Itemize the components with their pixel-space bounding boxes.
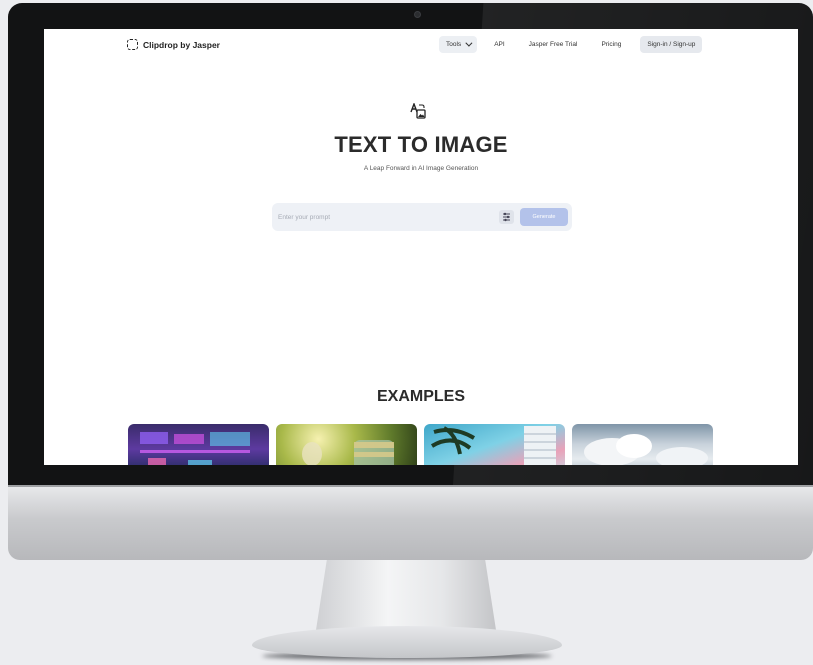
signin-button[interactable]: Sign-in / Sign-up <box>640 36 703 53</box>
clipdrop-logo-icon <box>127 39 138 50</box>
clouds-image <box>584 434 708 465</box>
chevron-down-icon <box>465 39 473 47</box>
nav-link-free-trial[interactable]: Jasper Free Trial <box>522 36 585 53</box>
tools-menu-button[interactable]: Tools <box>439 36 478 53</box>
nav-items: Tools API Jasper Free Trial Pricing Sign… <box>439 36 703 53</box>
examples-gallery <box>128 424 713 465</box>
settings-button[interactable] <box>499 210 514 224</box>
chin-divider <box>8 485 813 487</box>
camera-icon <box>414 11 421 18</box>
nav-link-api[interactable]: API <box>487 36 511 53</box>
top-nav: Clipdrop by Jasper Tools API Jasper Free… <box>44 29 798 61</box>
example-thumbnail-4[interactable] <box>572 424 713 465</box>
neon-interface-image <box>140 432 250 465</box>
palm-building-image <box>430 426 556 465</box>
example-thumbnail-3[interactable] <box>424 424 565 465</box>
tools-label: Tools <box>446 41 462 48</box>
monitor-bezel: Clipdrop by Jasper Tools API Jasper Free… <box>8 3 813 485</box>
nav-link-pricing[interactable]: Pricing <box>594 36 628 53</box>
page-subtitle: A Leap Forward in AI Image Generation <box>363 165 479 172</box>
example-thumbnail-2[interactable] <box>276 424 417 465</box>
example-thumbnail-1[interactable] <box>128 424 269 465</box>
logo-text: Clipdrop by Jasper <box>143 39 220 50</box>
text-to-image-icon <box>410 103 426 119</box>
sliders-icon <box>503 212 510 222</box>
browser-screen: Clipdrop by Jasper Tools API Jasper Free… <box>44 29 798 465</box>
generate-button[interactable]: Generate <box>520 208 568 226</box>
coin-jar-image <box>302 440 394 465</box>
page-title: TEXT TO IMAGE <box>334 132 508 157</box>
prompt-input[interactable] <box>278 209 488 225</box>
monitor-chin <box>8 485 813 560</box>
logo[interactable]: Clipdrop by Jasper <box>127 39 220 50</box>
monitor-stand-neck <box>316 560 496 630</box>
prompt-bar: Generate <box>272 203 572 231</box>
monitor-stand-foot <box>252 626 562 658</box>
examples-title: EXAMPLES <box>376 388 465 405</box>
